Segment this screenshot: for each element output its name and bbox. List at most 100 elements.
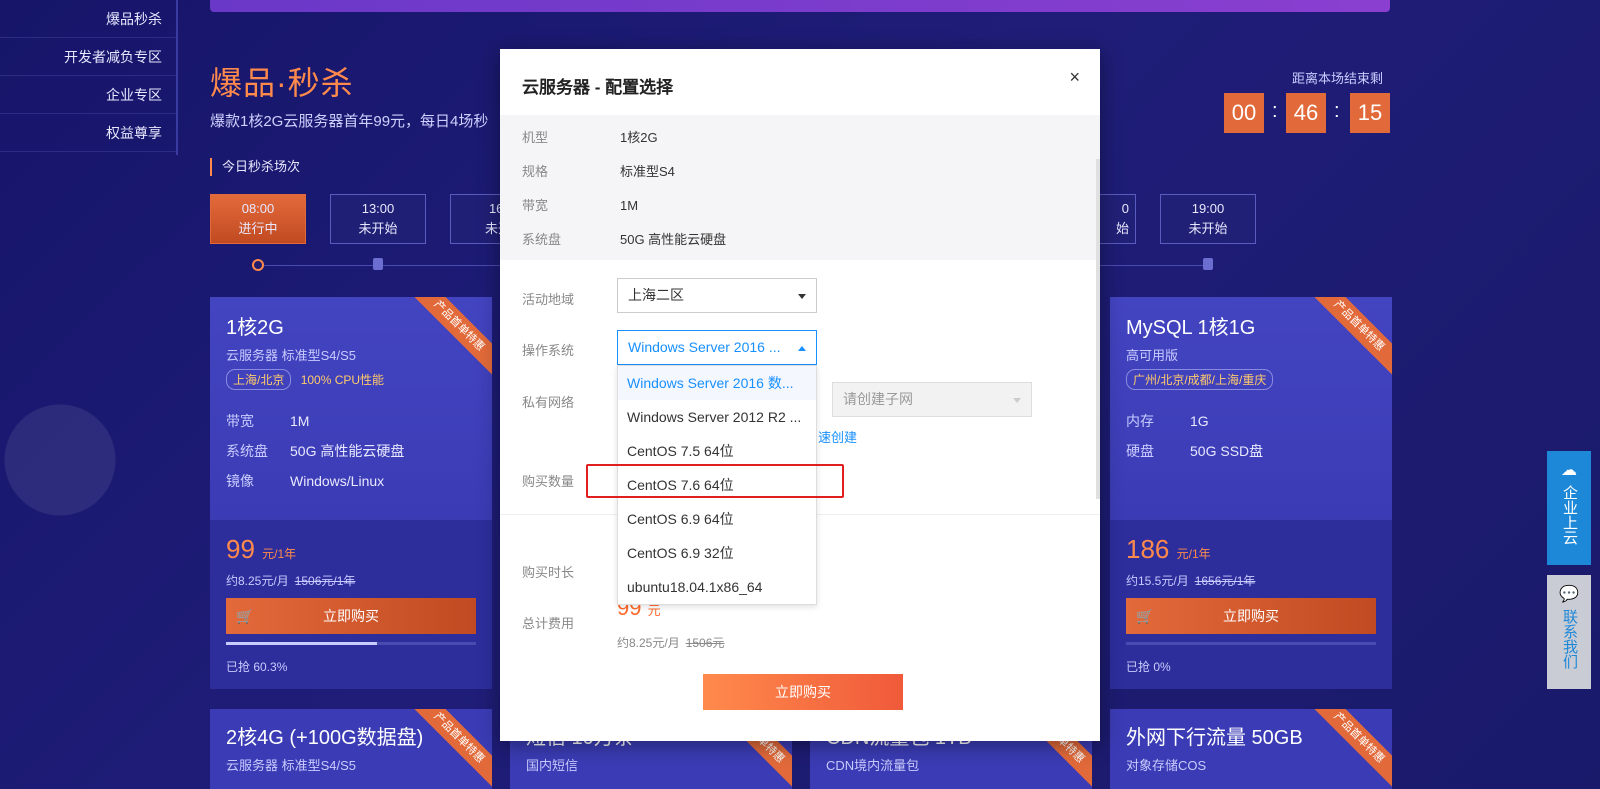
duration-label: 购买时长 [522, 565, 575, 580]
os-option[interactable]: CentOS 6.9 32位 [618, 536, 816, 570]
slot-time: 08:00 [241, 201, 275, 216]
chevron-down-icon [1013, 398, 1021, 403]
price-sub: 约15.5元/月 1656元/1年 [1126, 572, 1255, 589]
original-price: 1506元/1年 [294, 574, 356, 588]
region-tag: 广州/北京/成都/上海/重庆 [1126, 369, 1274, 390]
hero-subtitle: 爆款1核2G云服务器首年99元，每日4场秒 [210, 113, 489, 130]
promo-ribbon: 产品首单特惠 [405, 297, 492, 380]
info-value: 1核2G [620, 130, 658, 145]
sold-progress-bar [1126, 642, 1376, 645]
info-row: 带宽 1M [522, 195, 638, 214]
buy-now-button[interactable]: 🛒 立即购买 [226, 598, 476, 634]
spec-key: 系统盘 [226, 443, 268, 459]
spec-info-panel: 机型 1核2G 规格 标准型S4 带宽 1M 系统盘 50G 高性能云硬盘 [500, 115, 1100, 260]
region-tag: 上海/北京 [226, 369, 292, 390]
countdown-label: 距离本场结束剩 [1292, 71, 1384, 86]
quick-create-link[interactable]: 速创建 [818, 427, 857, 446]
timeline-current-dot [252, 259, 264, 271]
side-label: 企业上云 [1561, 485, 1578, 545]
buy-now-button[interactable]: 🛒 立即购买 [1126, 598, 1376, 634]
spec-key: 带宽 [226, 413, 254, 429]
card-subtitle: CDN境内流量包 [826, 758, 920, 773]
card-subtitle: 云服务器 标准型S4/S5 [226, 348, 357, 363]
product-card-mysql: 产品首单特惠 MySQL 1核1G 高可用版 广州/北京/成都/上海/重庆 内存… [1110, 297, 1392, 689]
nav-item-developer[interactable]: 开发者减负专区 [0, 38, 176, 76]
modal-scrollbar[interactable] [1096, 159, 1100, 499]
sold-progress-bar [226, 642, 476, 645]
spec-row: 镜像 Windows/Linux [226, 471, 384, 491]
card-subtitle: 国内短信 [526, 758, 579, 773]
nav-item-enterprise[interactable]: 企业专区 [0, 76, 176, 114]
product-card-2c4g: 产品首单特惠 2核4G (+100G数据盘) 云服务器 标准型S4/S5 [210, 709, 492, 789]
annotation-highlight-box [586, 464, 844, 498]
os-select[interactable]: Windows Server 2016 ... [617, 330, 817, 365]
side-label: 联系我们 [1561, 609, 1578, 669]
countdown-minutes: 46 [1286, 93, 1326, 133]
slot-status: 未开始 [358, 221, 398, 236]
vpc-label: 私有网络 [522, 395, 575, 410]
modal-buy-button[interactable]: 立即购买 [703, 674, 903, 710]
os-option[interactable]: Windows Server 2012 R2 ... [618, 400, 816, 434]
lock-icon [1203, 258, 1213, 270]
price-sub: 约8.25元/月 1506元/1年 [226, 572, 355, 589]
card-title: 1核2G [226, 317, 284, 339]
os-option[interactable]: CentOS 7.5 64位 [618, 434, 816, 468]
buy-label: 立即购买 [323, 608, 379, 624]
close-icon[interactable]: × [1069, 67, 1080, 88]
spec-row: 内存 1G [1126, 411, 1209, 431]
os-option[interactable]: ubuntu18.04.1x86_64 [618, 570, 816, 604]
card-price-area: 99 元/1年 约8.25元/月 1506元/1年 🛒 立即购买 已抢 60.3% [210, 520, 492, 689]
os-option[interactable]: CentOS 6.9 64位 [618, 502, 816, 536]
nav-item-flash-sale[interactable]: 爆品秒杀 [0, 0, 176, 38]
info-key: 机型 [522, 130, 549, 145]
subnet-placeholder: 请创建子网 [843, 391, 913, 407]
os-value: Windows Server 2016 ... [628, 339, 781, 355]
price-unit: 元/1年 [262, 547, 297, 561]
info-key: 带宽 [522, 198, 549, 213]
cart-icon: 🛒 [1136, 608, 1154, 624]
product-card-cos: 产品首单特惠 外网下行流量 50GB 对象存储COS [1110, 709, 1392, 789]
card-price: 186 元/1年 [1126, 534, 1211, 565]
card-subtitle: 云服务器 标准型S4/S5 [226, 758, 357, 773]
info-value: 50G 高性能云硬盘 [620, 232, 727, 247]
chevron-up-icon [798, 346, 806, 351]
subnet-select[interactable]: 请创建子网 [832, 382, 1032, 417]
nav-item-benefits[interactable]: 权益尊享 [0, 114, 176, 152]
spec-row: 系统盘 50G 高性能云硬盘 [226, 441, 404, 461]
region-select[interactable]: 上海二区 [617, 278, 817, 313]
contact-us-button[interactable]: 💬 联系我们 [1547, 575, 1591, 689]
config-modal: 云服务器 - 配置选择 × 机型 1核2G 规格 标准型S4 带宽 1M 系统盘 50G… [500, 49, 1100, 741]
spec-row: 带宽 1M [226, 411, 309, 431]
slot-1300[interactable]: 13:00 未开始 [330, 194, 426, 244]
product-card-1c2g: 产品首单特惠 1核2G 云服务器 标准型S4/S5 上海/北京 100% CPU… [210, 297, 492, 689]
sold-progress-fill [226, 642, 377, 645]
quantity-label: 购买数量 [522, 474, 575, 489]
countdown-hours: 00 [1224, 93, 1264, 133]
promo-ribbon: 产品首单特惠 [1305, 709, 1392, 789]
enterprise-cloud-button[interactable]: ☁ 企业上云 [1547, 451, 1591, 565]
spec-row: 硬盘 50G SSD盘 [1126, 441, 1263, 461]
monthly-price: 约8.25元/月 [226, 574, 289, 588]
hero-title: 爆品·秒杀 [210, 65, 354, 101]
region-label: 活动地域 [522, 292, 575, 307]
spec-value: 1G [1190, 413, 1209, 429]
spec-key: 镜像 [226, 473, 254, 489]
slot-time: 19:00 [1191, 201, 1225, 216]
countdown-seconds: 15 [1350, 93, 1390, 133]
card-price-area: 186 元/1年 约15.5元/月 1656元/1年 🛒 立即购买 已抢 0% [1110, 520, 1392, 689]
os-label: 操作系统 [522, 343, 575, 358]
buy-label: 立即购买 [1223, 608, 1279, 624]
slot-1900[interactable]: 19:00 未开始 [1160, 194, 1256, 244]
top-banner-strip [210, 0, 1390, 12]
spec-key: 硬盘 [1126, 443, 1154, 459]
sold-label: 已抢 0% [1126, 660, 1171, 674]
spec-value: 1M [290, 413, 310, 429]
countdown-colon: : [1334, 100, 1340, 122]
modal-title: 云服务器 - 配置选择 [522, 78, 674, 97]
os-option[interactable]: Windows Server 2016 数... [618, 366, 816, 400]
chevron-down-icon [798, 294, 806, 299]
cart-icon: 🛒 [236, 608, 254, 624]
original-price: 1656元/1年 [1194, 574, 1256, 588]
card-tags: 广州/北京/成都/上海/重庆 [1126, 369, 1279, 390]
slot-0800[interactable]: 08:00 进行中 [210, 194, 306, 244]
